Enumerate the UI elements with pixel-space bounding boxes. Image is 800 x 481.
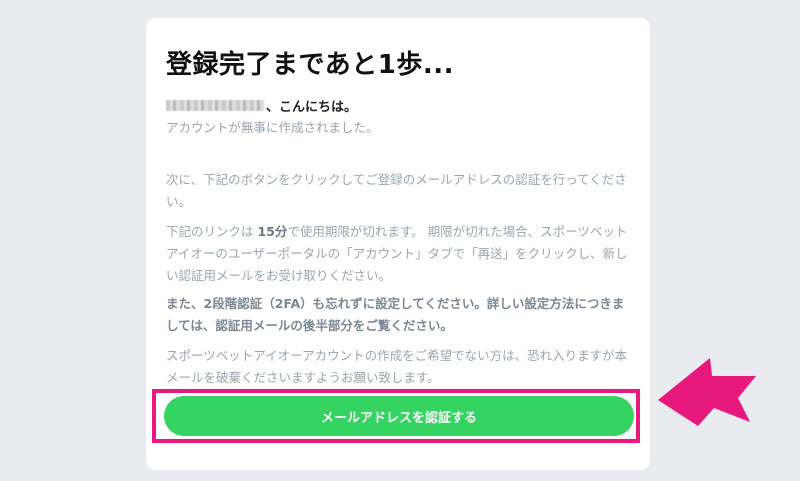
next-step-text: 次に、下記のボタンをクリックしてご登録のメールアドレスの認証を行ってください。 [166, 172, 627, 209]
pink-arrow-pointer-icon [658, 358, 756, 426]
ignore-notice-text: スポーツベットアイオーアカウントの作成をご希望でない方は、恐れ入りますが本メール… [166, 348, 628, 385]
link-expiry-prefix: 下記のリンクは [166, 224, 258, 239]
link-expiry-duration: 15分 [257, 224, 288, 239]
page-title: 登録完了まであと1歩... [166, 50, 454, 80]
account-created-text: アカウントが無事に作成されました。 [166, 120, 379, 135]
greeting: 、こんにちは。 [166, 96, 357, 115]
arrow-shape [658, 358, 756, 426]
email-page: 登録完了まであと1歩... 、こんにちは。 アカウントが無事に作成されました。 … [0, 0, 800, 481]
blurred-username [166, 100, 264, 111]
verify-email-button[interactable]: メールアドレスを認証する [164, 396, 634, 436]
link-expiry-text: 下記のリンクは 15分で使用期限が切れます。 期限が切れた場合、スポーツベットア… [166, 221, 636, 287]
greeting-text: 、こんにちは。 [266, 100, 358, 115]
twofa-reminder-text: また、2段階認証（2FA）も忘れずに設定してください。詳しい設定方法につきまして… [166, 296, 625, 333]
